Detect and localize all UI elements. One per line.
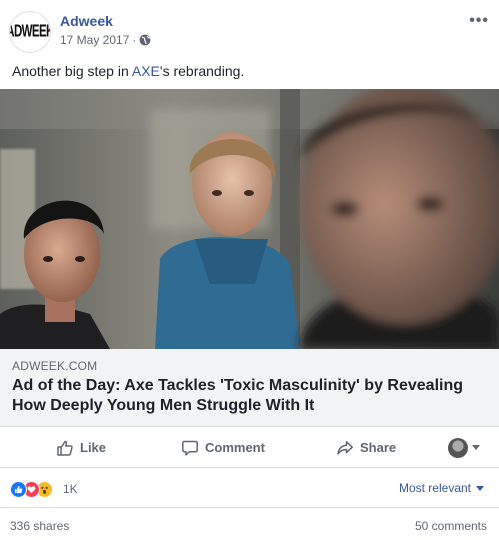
meta-separator: · <box>132 33 137 47</box>
post-header: ADWEEK Adweek 17 May 2017 · ••• <box>0 0 499 60</box>
chevron-down-icon <box>476 485 484 491</box>
post-date[interactable]: 17 May 2017 <box>60 33 129 47</box>
post-as-selector[interactable] <box>448 427 480 468</box>
thumbs-up-icon <box>57 440 73 456</box>
share-arrow-icon <box>337 440 353 455</box>
axe-page-link[interactable]: AXE <box>132 63 160 79</box>
post-meta: 17 May 2017 · <box>60 33 151 47</box>
action-bar: Like Comment Share <box>0 427 499 468</box>
comment-label: Comment <box>205 440 265 455</box>
comment-sort-dropdown[interactable]: Most relevant <box>399 481 484 495</box>
sort-label: Most relevant <box>398 481 471 495</box>
comment-button[interactable]: Comment <box>181 427 265 468</box>
logo-text: ADWEEK <box>10 23 50 41</box>
chevron-down-icon <box>472 445 480 450</box>
link-domain: ADWEEK.COM <box>12 359 98 373</box>
share-label: Share <box>360 440 397 455</box>
reaction-icons[interactable] <box>10 480 53 498</box>
like-label: Like <box>80 440 107 455</box>
comment-bubble-icon <box>182 440 198 456</box>
comments-count[interactable]: 50 comments <box>415 519 487 533</box>
shares-count[interactable]: 336 shares <box>10 519 69 533</box>
user-avatar <box>448 437 468 458</box>
like-button[interactable]: Like <box>56 427 106 468</box>
link-preview-card[interactable]: ADWEEK.COM Ad of the Day: Axe Tackles 'T… <box>0 349 499 427</box>
share-button[interactable]: Share <box>336 427 396 468</box>
link-title[interactable]: Ad of the Day: Axe Tackles 'Toxic Mascul… <box>12 376 482 416</box>
like-reaction-icon <box>10 480 27 498</box>
globe-icon[interactable] <box>139 34 151 46</box>
page-avatar[interactable]: ADWEEK <box>9 11 51 53</box>
link-preview-image[interactable] <box>0 89 499 349</box>
page-name-link[interactable]: Adweek <box>60 13 113 29</box>
post-caption: Another big step in AXE's rebranding. <box>12 63 244 79</box>
more-options-icon[interactable]: ••• <box>469 12 489 30</box>
post-footer: 336 shares 50 comments <box>0 508 499 540</box>
reaction-count[interactable]: 1K <box>63 482 78 496</box>
facebook-post: ADWEEK Adweek 17 May 2017 · ••• Another … <box>0 0 499 540</box>
caption-text-start: Another big step in <box>12 63 132 79</box>
caption-text-end: 's rebranding. <box>159 63 245 79</box>
reactions-row: 1K Most relevant <box>0 468 499 508</box>
